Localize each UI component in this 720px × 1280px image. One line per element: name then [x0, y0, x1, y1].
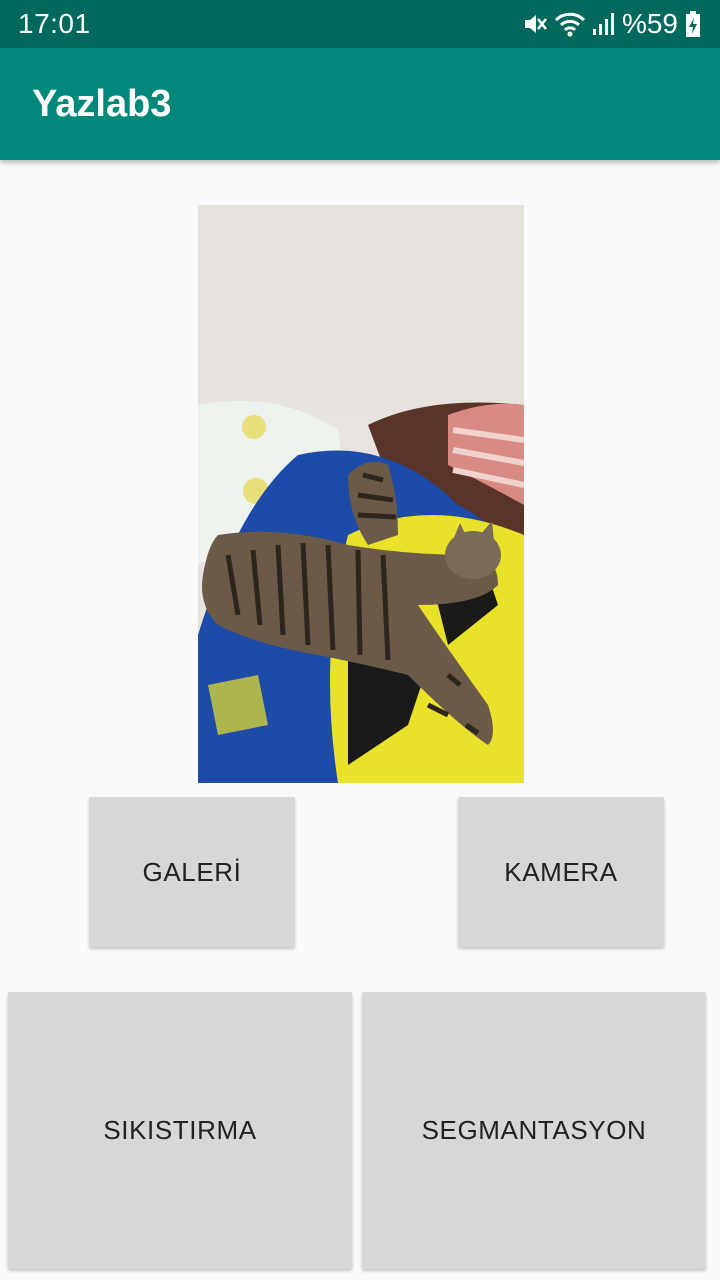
app-title: Yazlab3: [32, 82, 172, 125]
photo-icon: [198, 205, 524, 783]
battery-charging-icon: [684, 10, 702, 38]
signal-icon: [592, 11, 616, 37]
status-icons: %59: [522, 8, 702, 40]
status-time: 17:01: [18, 8, 91, 39]
app-bar: Yazlab3: [0, 48, 720, 160]
sikistirma-button[interactable]: SIKISTIRMA: [8, 992, 352, 1269]
galeri-button[interactable]: GALERİ: [89, 797, 295, 947]
status-bar: 17:01 %59: [0, 0, 720, 48]
mute-icon: [522, 11, 548, 37]
battery-text: %59: [621, 8, 678, 39]
segmentasyon-button[interactable]: SEGMANTASYON: [362, 992, 706, 1269]
wifi-icon: [554, 11, 586, 37]
kamera-button[interactable]: KAMERA: [458, 797, 664, 947]
cat-photo: [198, 205, 524, 783]
